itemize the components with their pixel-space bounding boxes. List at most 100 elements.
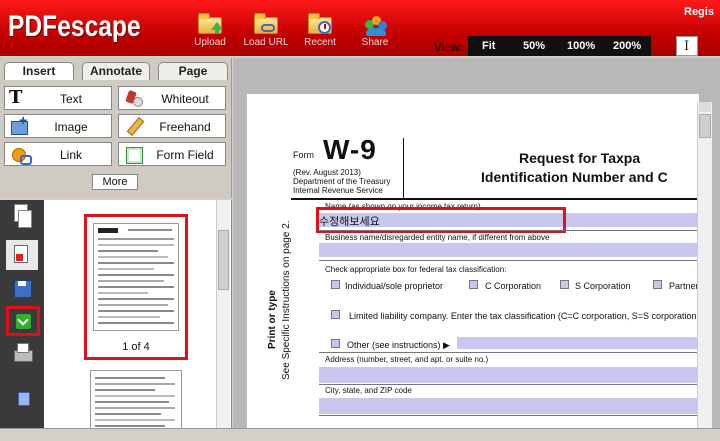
form-field-icon [123, 145, 143, 164]
row-divider [319, 415, 699, 416]
form-field-tool-button[interactable]: Form Field [118, 142, 226, 166]
form-title-line-1: Request for Taxpa [519, 150, 641, 166]
revision-line-1: (Rev. August 2013) [293, 168, 361, 177]
zoom-200-button[interactable]: 200% [613, 40, 641, 52]
image-tool-label: Image [54, 120, 88, 134]
revision-line-3: Internal Revenue Service [293, 186, 383, 195]
zoom-fit-button[interactable]: Fit [482, 40, 495, 52]
share-icon [361, 14, 389, 36]
checkbox-individual-label: Individual/sole proprietor [345, 281, 444, 291]
link-icon [9, 145, 32, 165]
other-field[interactable] [457, 337, 699, 349]
pdf-page: Form W-9 (Rev. August 2013) Department o… [247, 94, 699, 428]
checkbox-partnership[interactable] [653, 280, 662, 289]
row-divider [319, 260, 699, 261]
side-text-print-or-type: Print or type [267, 290, 278, 349]
load-url-button[interactable]: Load URL [238, 13, 294, 54]
insert-panel: Insert Annotate Page T Text Whiteout Ima… [0, 58, 232, 198]
checkbox-individual[interactable] [331, 280, 340, 289]
register-link[interactable]: Regis [684, 6, 714, 18]
classification-label: Check appropriate box for federal tax cl… [325, 265, 507, 274]
save-icon[interactable] [8, 274, 36, 302]
recent-icon [306, 13, 334, 36]
whiteout-icon [123, 89, 143, 107]
scroll-thumb[interactable] [699, 114, 711, 138]
thumbnail-image [93, 223, 179, 331]
address-field[interactable] [319, 367, 699, 383]
upload-icon [196, 13, 224, 36]
tab-page[interactable]: Page [158, 62, 228, 80]
other-label: Other (see instructions) ▶ [347, 340, 450, 350]
thumbnail-panel: 1 of 4 [44, 200, 232, 428]
thumbnail-scrollbar[interactable] [216, 200, 230, 428]
freehand-tool-button[interactable]: Freehand [118, 114, 226, 138]
text-select-tool-button[interactable] [676, 36, 698, 56]
recent-label: Recent [304, 37, 336, 48]
form-number: W-9 [323, 134, 377, 165]
checkbox-s-corporation-label: S Corporation [575, 281, 631, 291]
zoom-100-button[interactable]: 100% [567, 40, 595, 52]
thumbnail-page-1[interactable]: 1 of 4 [84, 214, 188, 360]
tab-insert[interactable]: Insert [4, 62, 74, 80]
city-field-label: City, state, and ZIP code [325, 386, 412, 395]
whiteout-tool-button[interactable]: Whiteout [118, 86, 226, 110]
whiteout-tool-label: Whiteout [161, 92, 209, 106]
text-tool-button[interactable]: T Text [4, 86, 112, 110]
checkbox-c-corporation-label: C Corporation [485, 281, 542, 291]
city-field[interactable] [319, 398, 699, 414]
upload-label: Upload [194, 37, 226, 48]
page-thumbnails-icon[interactable] [6, 240, 38, 270]
print-icon[interactable] [8, 340, 36, 368]
address-field-label: Address (number, street, and apt. or sui… [325, 355, 489, 364]
form-revision: (Rev. August 2013) Department of the Tre… [293, 168, 390, 195]
more-button[interactable]: More [92, 174, 138, 190]
app-logo[interactable]: PDFescape [8, 10, 141, 44]
document-properties-icon[interactable] [8, 384, 36, 412]
link-tool-button[interactable]: Link [4, 142, 112, 166]
link-tool-label: Link [59, 148, 82, 162]
document-scrollbar[interactable] [697, 102, 712, 428]
tab-annotate[interactable]: Annotate [82, 62, 150, 80]
checkbox-llc[interactable] [331, 310, 340, 319]
text-tool-label: Text [59, 92, 82, 106]
freehand-icon [123, 117, 143, 135]
view-label: View: [434, 40, 464, 54]
load-url-label: Load URL [243, 37, 289, 48]
business-field[interactable] [319, 243, 699, 257]
header-divider [403, 138, 404, 198]
load-url-icon [252, 13, 280, 36]
app-window: PDFescape Upload Load URL Recent Share R… [0, 0, 720, 441]
form-field-tool-label: Form Field [156, 148, 214, 162]
share-label: Share [361, 37, 389, 48]
freehand-tool-label: Freehand [159, 120, 211, 134]
checkbox-s-corporation[interactable] [560, 280, 569, 289]
download-button-highlight[interactable] [6, 306, 40, 336]
upload-button[interactable]: Upload [182, 13, 238, 54]
zoom-50-button[interactable]: 50% [523, 40, 545, 52]
checkbox-c-corporation[interactable] [469, 280, 478, 289]
row-divider [319, 384, 699, 385]
document-viewer: Form W-9 (Rev. August 2013) Department o… [233, 58, 720, 428]
thumbnail-page-2[interactable] [90, 370, 182, 428]
scroll-up-arrow[interactable] [699, 102, 711, 112]
form-word: Form [293, 150, 314, 160]
image-icon [9, 112, 29, 135]
status-bar [0, 428, 720, 441]
row-divider [319, 230, 699, 231]
llc-label: Limited liability company. Enter the tax… [349, 311, 697, 321]
checkbox-partnership-label: Partner [669, 281, 699, 291]
text-icon: T [9, 87, 23, 108]
header-rule [291, 198, 699, 200]
thumbnail-caption: 1 of 4 [122, 341, 150, 353]
share-button[interactable]: Share [347, 14, 403, 54]
revision-line-2: Department of the Treasury [293, 177, 391, 186]
image-tool-button[interactable]: Image [4, 112, 112, 138]
recent-button[interactable]: Recent [292, 13, 348, 54]
download-icon [16, 314, 31, 329]
pages-icon[interactable] [8, 202, 36, 230]
checkbox-other[interactable] [331, 339, 340, 348]
business-field-label: Business name/disregarded entity name, i… [325, 233, 550, 242]
row-divider [319, 352, 699, 353]
zoom-bar: Fit 50% 100% 200% [468, 36, 651, 56]
side-text-instructions: See Specific Instructions on page 2. [281, 220, 292, 380]
